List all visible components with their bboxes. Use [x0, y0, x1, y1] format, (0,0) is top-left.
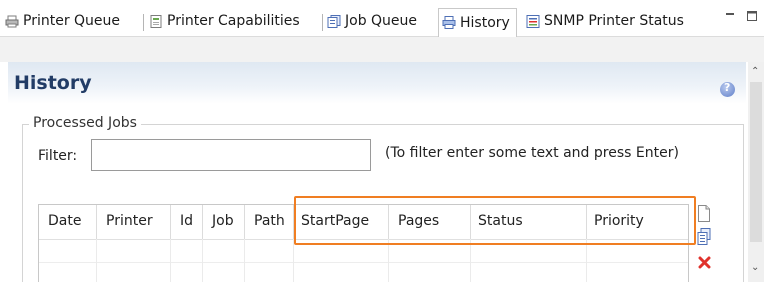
tab-snmp-printer-status[interactable]: SNMP Printer Status — [523, 10, 684, 35]
column-header-job[interactable]: Job — [203, 205, 245, 239]
column-header-id[interactable]: Id — [171, 205, 203, 239]
form-header — [8, 62, 746, 104]
filter-label: Filter: — [38, 148, 78, 164]
column-divider — [202, 239, 203, 282]
column-divider — [293, 239, 294, 282]
column-divider — [470, 239, 471, 282]
tab-history-label: History — [460, 15, 510, 31]
view-gap — [0, 37, 764, 62]
scroll-up-icon[interactable]: ⌃ — [751, 66, 759, 77]
tab-job-queue[interactable]: Job Queue — [324, 10, 417, 35]
copy-icon[interactable] — [697, 228, 711, 245]
column-header-path[interactable]: Path — [245, 205, 294, 239]
column-divider — [170, 239, 171, 282]
job-queue-icon — [327, 15, 341, 28]
filter-input[interactable] — [91, 139, 371, 171]
column-divider — [388, 239, 389, 282]
table-row — [39, 262, 688, 263]
column-header-printer[interactable]: Printer — [97, 205, 171, 239]
help-icon[interactable]: ? — [720, 81, 735, 97]
maximize-icon[interactable] — [746, 9, 758, 23]
vertical-scrollbar[interactable]: ⌃ ⌄ — [748, 62, 764, 282]
group-label: Processed Jobs — [29, 115, 141, 131]
tab-history[interactable]: History — [438, 8, 517, 37]
column-divider — [96, 239, 97, 282]
scrollbar-thumb[interactable] — [750, 82, 762, 242]
tab-printer-capabilities[interactable]: Printer Capabilities — [146, 10, 300, 35]
highlight-box — [294, 196, 696, 245]
column-divider — [244, 239, 245, 282]
tab-printer-capabilities-label: Printer Capabilities — [167, 13, 300, 29]
minimize-icon[interactable] — [724, 9, 736, 23]
tab-separator — [322, 14, 323, 31]
capabilities-icon — [150, 15, 162, 28]
tab-printer-queue-label: Printer Queue — [23, 13, 121, 29]
history-icon — [442, 16, 456, 29]
tab-job-queue-label: Job Queue — [345, 13, 418, 29]
column-header-date[interactable]: Date — [39, 205, 97, 239]
printer-queue-icon — [5, 15, 19, 28]
tab-snmp-printer-status-label: SNMP Printer Status — [544, 13, 684, 29]
filter-hint: (To filter enter some text and press Ent… — [385, 145, 679, 161]
column-divider — [586, 239, 587, 282]
new-icon[interactable] — [697, 205, 711, 222]
view-tab-bar: Printer Queue Printer Capabilities Job Q… — [0, 0, 764, 37]
tab-separator — [143, 14, 144, 31]
snmp-status-icon — [526, 15, 540, 28]
delete-icon[interactable] — [698, 256, 711, 269]
page-title: History — [14, 72, 92, 94]
tab-printer-queue[interactable]: Printer Queue — [2, 10, 120, 35]
scroll-down-icon[interactable]: ⌄ — [751, 262, 759, 273]
